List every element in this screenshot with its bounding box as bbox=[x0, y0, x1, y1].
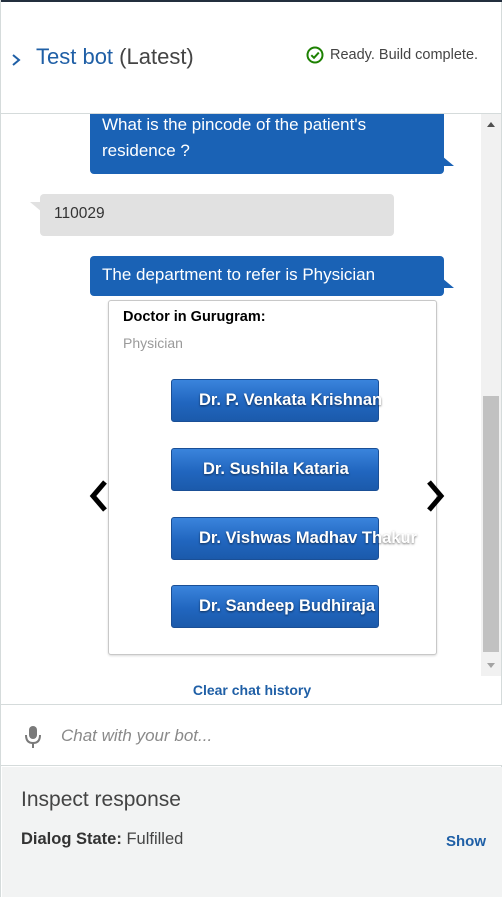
dialog-state: Dialog State: Fulfilled bbox=[21, 830, 183, 849]
bot-name: Test bot bbox=[36, 44, 114, 69]
doctor-button[interactable]: Dr. Sandeep Budhiraja bbox=[171, 585, 379, 628]
card-title: Doctor in Gurugram: bbox=[123, 309, 266, 325]
response-card: Doctor in Gurugram: Physician Dr. P. Ven… bbox=[108, 300, 437, 655]
bot-message: What is the pincode of the patient's res… bbox=[90, 114, 454, 174]
microphone-icon[interactable] bbox=[23, 725, 43, 749]
check-circle-icon bbox=[306, 46, 324, 64]
bot-message: The department to refer is Physician bbox=[90, 256, 454, 296]
scroll-up-icon[interactable] bbox=[486, 120, 496, 130]
dialog-state-value: Fulfilled bbox=[126, 830, 184, 848]
doctor-button-label: Dr. Vishwas Madhav Thakur bbox=[199, 529, 417, 547]
doctor-button-label: Dr. P. Venkata Krishnan bbox=[199, 391, 383, 409]
scroll-down-icon[interactable] bbox=[486, 660, 496, 670]
dialog-state-label: Dialog State: bbox=[21, 830, 122, 848]
user-message: 110029 bbox=[30, 194, 394, 236]
chat-input[interactable] bbox=[61, 722, 481, 750]
panel-title: Test bot (Latest) bbox=[36, 44, 194, 70]
inspect-title: Inspect response bbox=[21, 788, 181, 811]
chat-history[interactable]: What is the pincode of the patient's res… bbox=[2, 114, 502, 676]
clear-chat-history-link[interactable]: Clear chat history bbox=[1, 682, 502, 698]
carousel-next-icon[interactable] bbox=[422, 478, 448, 514]
chat-scrollbar[interactable] bbox=[481, 114, 501, 676]
doctor-button[interactable]: Dr. P. Venkata Krishnan bbox=[171, 379, 383, 422]
doctor-button-label: Dr. Sandeep Budhiraja bbox=[199, 597, 376, 615]
scrollbar-thumb[interactable] bbox=[483, 396, 499, 652]
chevron-right-icon[interactable] bbox=[9, 50, 23, 70]
test-bot-panel: Test bot (Latest) Ready. Build complete.… bbox=[0, 0, 502, 897]
show-button[interactable]: Show bbox=[446, 833, 486, 850]
build-status: Ready. Build complete. bbox=[306, 46, 478, 64]
doctor-button-label: Dr. Sushila Kataria bbox=[203, 460, 349, 478]
card-subtitle: Physician bbox=[123, 335, 183, 351]
panel-header: Test bot (Latest) Ready. Build complete. bbox=[1, 2, 502, 114]
chat-input-bar bbox=[1, 704, 502, 766]
doctor-button[interactable]: Dr. Vishwas Madhav Thakur bbox=[171, 517, 417, 560]
bot-version: (Latest) bbox=[119, 44, 194, 69]
carousel-prev-icon[interactable] bbox=[86, 478, 112, 514]
doctor-button[interactable]: Dr. Sushila Kataria bbox=[171, 448, 379, 491]
status-text: Ready. Build complete. bbox=[330, 47, 479, 63]
inspect-response-panel: Inspect response Dialog State: Fulfilled… bbox=[2, 767, 502, 897]
